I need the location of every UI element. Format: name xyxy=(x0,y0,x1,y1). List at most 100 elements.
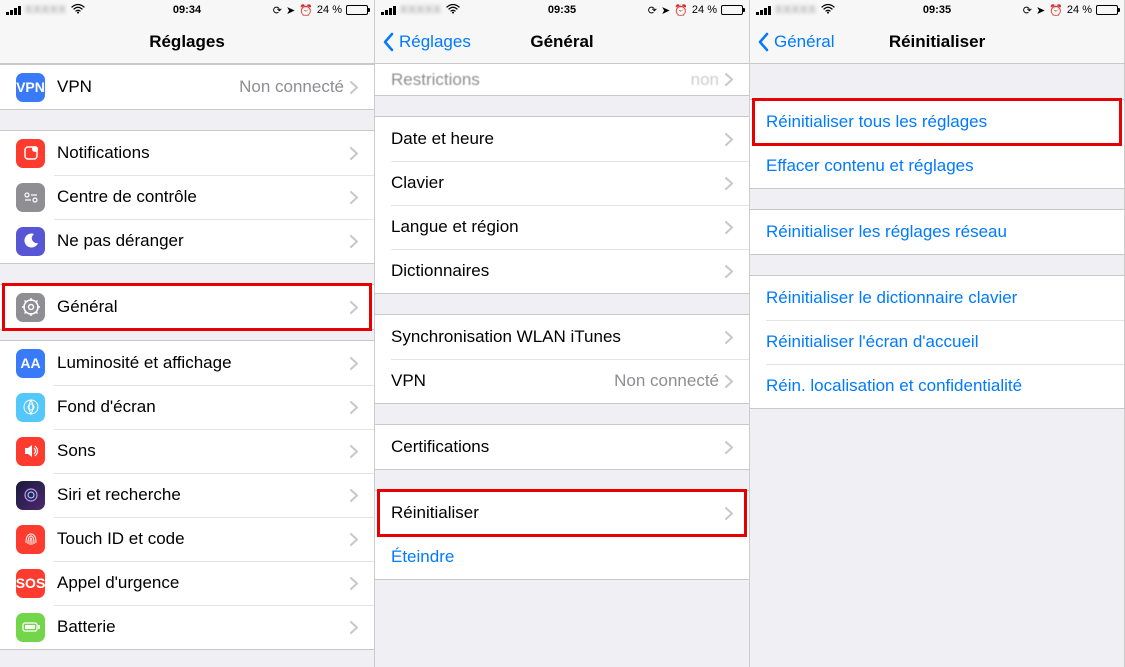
gear-icon xyxy=(16,293,45,322)
battery-icon xyxy=(721,5,743,15)
row-label: Ne pas déranger xyxy=(57,231,350,251)
battery-row-icon xyxy=(16,613,45,642)
chevron-right-icon xyxy=(350,81,358,94)
chevron-right-icon xyxy=(725,375,733,388)
chevron-right-icon xyxy=(350,235,358,248)
row-label: Luminosité et affichage xyxy=(57,353,350,373)
back-label: Réglages xyxy=(399,32,471,52)
row-reset-home[interactable]: Réinitialiser l'écran d'accueil xyxy=(750,320,1124,364)
chevron-right-icon xyxy=(350,533,358,546)
chevron-right-icon xyxy=(350,445,358,458)
row-sounds[interactable]: Sons xyxy=(0,429,374,473)
status-bar: XXXXX 09:35 ⟳ ➤ ⏰ 24 % xyxy=(750,0,1124,20)
row-label: Réinitialiser le dictionnaire clavier xyxy=(766,288,1108,308)
settings-list: VPN VPN Non connecté Notifications Centr… xyxy=(0,64,374,667)
row-reset-network[interactable]: Réinitialiser les réglages réseau xyxy=(750,210,1124,254)
reset-panel: XXXXX 09:35 ⟳ ➤ ⏰ 24 % Général Réinitial… xyxy=(750,0,1125,667)
row-notifications[interactable]: Notifications xyxy=(0,131,374,175)
row-label: VPN xyxy=(391,371,614,391)
chevron-right-icon xyxy=(350,301,358,314)
row-sos[interactable]: SOS Appel d'urgence xyxy=(0,561,374,605)
status-bar: XXXXX 09:35 ⟳ ➤ ⏰ 24 % xyxy=(375,0,749,20)
vpn-icon: VPN xyxy=(16,73,45,102)
chevron-right-icon xyxy=(725,441,733,454)
nav-bar: Général Réinitialiser xyxy=(750,20,1124,64)
speaker-icon xyxy=(16,437,45,466)
reset-list: Réinitialiser tous les réglages Effacer … xyxy=(750,64,1124,667)
row-restrictions-cut[interactable]: Restrictions non xyxy=(375,64,749,96)
row-reset[interactable]: Réinitialiser xyxy=(375,491,749,535)
siri-icon xyxy=(16,481,45,510)
clock-label: 09:35 xyxy=(548,4,576,16)
chevron-right-icon xyxy=(725,331,733,344)
notifications-icon xyxy=(16,139,45,168)
row-datetime[interactable]: Date et heure xyxy=(375,117,749,161)
row-vpn[interactable]: VPN VPN Non connecté xyxy=(0,65,374,109)
row-label: Dictionnaires xyxy=(391,261,725,281)
row-label: Réinitialiser tous les réglages xyxy=(766,112,1108,132)
row-keyboard[interactable]: Clavier xyxy=(375,161,749,205)
row-reset-keyboard-dict[interactable]: Réinitialiser le dictionnaire clavier xyxy=(750,276,1124,320)
moon-icon xyxy=(16,227,45,256)
clock-label: 09:35 xyxy=(923,4,951,16)
row-touchid[interactable]: Touch ID et code xyxy=(0,517,374,561)
row-label: Certifications xyxy=(391,437,725,457)
row-dnd[interactable]: Ne pas déranger xyxy=(0,219,374,263)
row-label: Notifications xyxy=(57,143,350,163)
row-label: Réinitialiser les réglages réseau xyxy=(766,222,1108,242)
row-label: Fond d'écran xyxy=(57,397,350,417)
row-label: Langue et région xyxy=(391,217,725,237)
row-general[interactable]: Général xyxy=(0,285,374,329)
row-battery[interactable]: Batterie xyxy=(0,605,374,649)
chevron-right-icon xyxy=(725,177,733,190)
row-label: Date et heure xyxy=(391,129,725,149)
nav-bar: Réglages xyxy=(0,20,374,64)
wallpaper-icon xyxy=(16,393,45,422)
row-detail: non xyxy=(691,70,719,90)
chevron-right-icon xyxy=(350,191,358,204)
chevron-right-icon xyxy=(725,507,733,520)
chevron-right-icon xyxy=(350,489,358,502)
chevron-right-icon xyxy=(725,73,733,86)
row-erase-content[interactable]: Effacer contenu et réglages xyxy=(750,144,1124,188)
general-panel: XXXXX 09:35 ⟳ ➤ ⏰ 24 % Réglages Général … xyxy=(375,0,750,667)
row-label: Réin. localisation et confidentialité xyxy=(766,376,1108,396)
row-label: Siri et recherche xyxy=(57,485,350,505)
back-button[interactable]: Général xyxy=(750,32,834,52)
row-dictionaries[interactable]: Dictionnaires xyxy=(375,249,749,293)
row-label: Batterie xyxy=(57,617,350,637)
row-label: Général xyxy=(57,297,350,317)
row-label: VPN xyxy=(57,77,239,97)
battery-icon xyxy=(1096,5,1118,15)
back-button[interactable]: Réglages xyxy=(375,32,471,52)
row-display[interactable]: AA Luminosité et affichage xyxy=(0,341,374,385)
row-label: Appel d'urgence xyxy=(57,573,350,593)
chevron-right-icon xyxy=(725,221,733,234)
row-vpn[interactable]: VPN Non connecté xyxy=(375,359,749,403)
row-certifications[interactable]: Certifications xyxy=(375,425,749,469)
chevron-right-icon xyxy=(350,147,358,160)
nav-bar: Réglages Général xyxy=(375,20,749,64)
row-control-center[interactable]: Centre de contrôle xyxy=(0,175,374,219)
row-label: Réinitialiser l'écran d'accueil xyxy=(766,332,1108,352)
row-wallpaper[interactable]: Fond d'écran xyxy=(0,385,374,429)
row-siri[interactable]: Siri et recherche xyxy=(0,473,374,517)
row-detail: Non connecté xyxy=(614,371,719,391)
row-label: Éteindre xyxy=(391,547,733,567)
row-shutdown[interactable]: Éteindre xyxy=(375,535,749,579)
row-label: Clavier xyxy=(391,173,725,193)
display-aa-icon: AA xyxy=(16,349,45,378)
row-language[interactable]: Langue et région xyxy=(375,205,749,249)
row-label: Restrictions xyxy=(391,70,691,90)
clock-label: 09:34 xyxy=(173,4,201,16)
row-wlan-sync[interactable]: Synchronisation WLAN iTunes xyxy=(375,315,749,359)
fingerprint-icon xyxy=(16,525,45,554)
general-list: Restrictions non Date et heure Clavier L… xyxy=(375,64,749,667)
highlight-reset-all: Réinitialiser tous les réglages xyxy=(750,100,1124,144)
row-label: Sons xyxy=(57,441,350,461)
battery-icon xyxy=(346,5,368,15)
row-reset-location[interactable]: Réin. localisation et confidentialité xyxy=(750,364,1124,408)
row-reset-all-settings[interactable]: Réinitialiser tous les réglages xyxy=(750,100,1124,144)
chevron-right-icon xyxy=(350,401,358,414)
row-label: Synchronisation WLAN iTunes xyxy=(391,327,725,347)
